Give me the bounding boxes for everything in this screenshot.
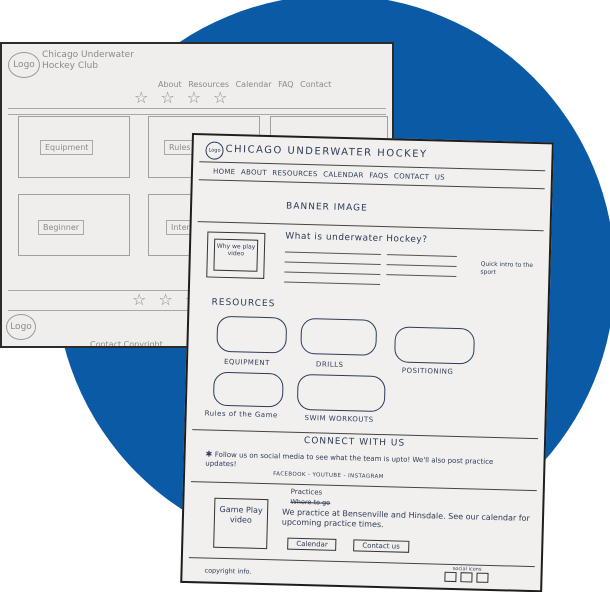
star-icons: ☆☆☆☆ <box>134 88 240 107</box>
resource-label-drills: DRILLS <box>315 360 344 370</box>
resources-heading: RESOURCES <box>211 297 276 310</box>
game-play-video: Game Play video <box>213 497 269 550</box>
text-line <box>284 251 381 255</box>
video-label: Why we play video <box>213 238 259 272</box>
resource-card <box>394 326 475 365</box>
footer-text: Contact Copyright <box>90 340 163 348</box>
divider <box>190 481 537 492</box>
resource-label-equipment: EQUIPMENT <box>223 357 270 368</box>
wireframe-sketch-2: Logo CHICAGO UNDERWATER HOCKEY HOME ABOU… <box>180 133 554 592</box>
text-line <box>284 271 381 275</box>
logo-placeholder-footer: Logo <box>6 314 36 340</box>
resource-card <box>296 373 386 413</box>
text-line <box>284 281 381 285</box>
divider <box>197 221 544 232</box>
divider <box>198 179 545 190</box>
divider <box>8 108 386 109</box>
social-icon <box>460 572 473 583</box>
resource-card <box>216 315 288 354</box>
site-title: CHICAGO UNDERWATER HOCKEY <box>225 143 428 161</box>
banner-image-label: BANNER IMAGE <box>285 201 368 214</box>
video-frame: Why we play video <box>206 231 266 279</box>
box-label-beginner: Beginner <box>38 220 85 235</box>
social-icon <box>476 572 489 583</box>
practices-heading: Practices <box>290 487 323 497</box>
follow-text-body: Follow us on social media to see what th… <box>205 450 494 469</box>
connect-heading: CONNECT WITH US <box>303 436 406 449</box>
quick-intro-note: Quick intro to the sport <box>480 260 534 277</box>
calendar-button: Calendar <box>287 537 337 551</box>
logo-placeholder: Logo <box>8 52 40 78</box>
club-title: Chicago Underwater Hockey Club <box>42 50 134 71</box>
resource-card <box>300 317 378 356</box>
contact-us-button: Contact us <box>353 539 409 553</box>
copyright-text: copyright info. <box>204 566 252 576</box>
text-line <box>386 254 457 257</box>
logo-placeholder: Logo <box>205 141 224 160</box>
divider <box>8 114 386 115</box>
text-line <box>386 274 457 277</box>
resource-label-positioning: POSITIONING <box>401 366 454 376</box>
divider <box>188 557 535 568</box>
text-line <box>386 264 457 267</box>
struck-text: Where to go <box>290 497 331 507</box>
resource-label-rules: Rules of the Game <box>204 409 278 420</box>
text-line <box>284 261 381 265</box>
box-label-equipment: Equipment <box>40 140 94 155</box>
resource-card <box>212 371 284 408</box>
what-is-heading: What is underwater Hockey? <box>285 231 428 246</box>
practice-text: We practice at Bensenville and Hinsdale.… <box>281 507 530 530</box>
resource-label-swim-workouts: SWIM WORKOUTS <box>304 414 374 424</box>
